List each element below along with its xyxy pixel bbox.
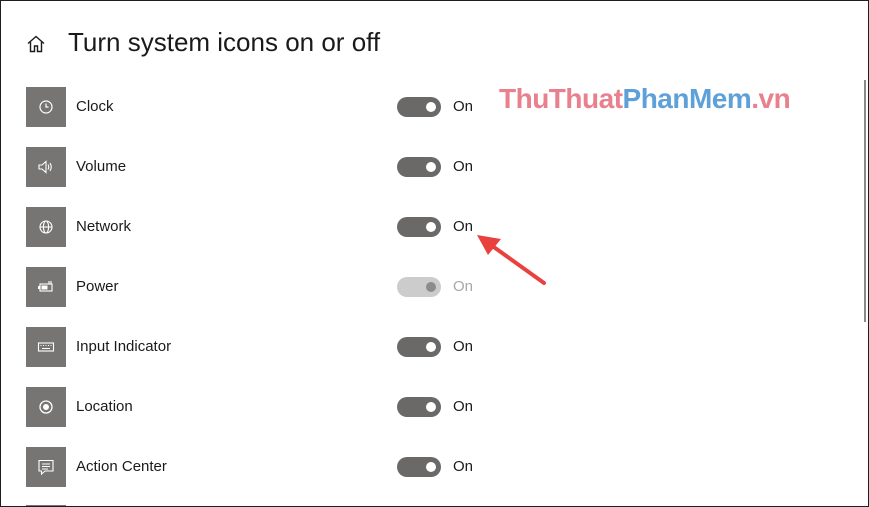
watermark-part-3: .vn	[751, 83, 791, 114]
tile-clock	[26, 87, 66, 127]
row-label-volume: Volume	[76, 158, 127, 175]
toggle-input-indicator[interactable]	[397, 337, 441, 357]
tile-action-center	[26, 447, 66, 487]
toggle-state-input-indicator: On	[453, 338, 474, 355]
globe-icon	[39, 220, 53, 234]
row-label-clock: Clock	[76, 98, 114, 115]
toggle-network[interactable]	[397, 217, 441, 237]
toggle-knob	[426, 342, 436, 352]
tile-volume	[26, 147, 66, 187]
toggle-knob	[426, 462, 436, 472]
row-location: Location On	[1, 387, 601, 447]
toggle-knob	[426, 282, 436, 292]
home-button[interactable]	[23, 31, 49, 57]
row-label-network: Network	[76, 218, 132, 235]
toggle-clock[interactable]	[397, 97, 441, 117]
toggle-knob	[426, 102, 436, 112]
row-label-power: Power	[76, 278, 119, 295]
row-input-indicator: Input Indicator On	[1, 327, 601, 387]
row-action-center: Action Center On	[1, 447, 601, 506]
action-center-icon	[38, 459, 54, 476]
toggle-action-center[interactable]	[397, 457, 441, 477]
row-clock: Clock On	[1, 87, 601, 147]
row-label-input-indicator: Input Indicator	[76, 338, 172, 355]
toggle-volume[interactable]	[397, 157, 441, 177]
toggle-power	[397, 277, 441, 297]
page-title: Turn system icons on or off	[68, 27, 381, 57]
settings-window: Turn system icons on or off ThuThuatPhan…	[0, 0, 869, 507]
toggle-state-volume: On	[453, 158, 474, 175]
toggle-knob	[426, 162, 436, 172]
tile-network	[26, 207, 66, 247]
keyboard-icon	[37, 342, 55, 352]
page-header: Turn system icons on or off	[1, 1, 868, 81]
home-icon	[27, 35, 45, 53]
location-icon	[39, 400, 53, 414]
row-label-location: Location	[76, 398, 133, 415]
toggle-knob	[426, 402, 436, 412]
annotation-arrow-icon	[477, 235, 546, 285]
tile-input-indicator	[26, 327, 66, 367]
tile-power	[26, 267, 66, 307]
watermark-part-2: PhanMem	[622, 83, 752, 114]
row-label-action-center: Action Center	[76, 458, 167, 475]
battery-icon	[38, 281, 53, 292]
clock-icon	[39, 100, 53, 114]
toggle-state-power: On	[453, 278, 474, 295]
toggle-state-action-center: On	[453, 458, 474, 475]
row-volume: Volume On	[1, 147, 601, 207]
toggle-state-network: On	[453, 218, 474, 235]
speaker-icon	[38, 160, 52, 174]
toggle-knob	[426, 222, 436, 232]
toggle-location[interactable]	[397, 397, 441, 417]
toggle-state-location: On	[453, 398, 474, 415]
vertical-scrollbar[interactable]	[864, 80, 866, 322]
toggle-state-clock: On	[453, 98, 474, 115]
tile-location	[26, 387, 66, 427]
